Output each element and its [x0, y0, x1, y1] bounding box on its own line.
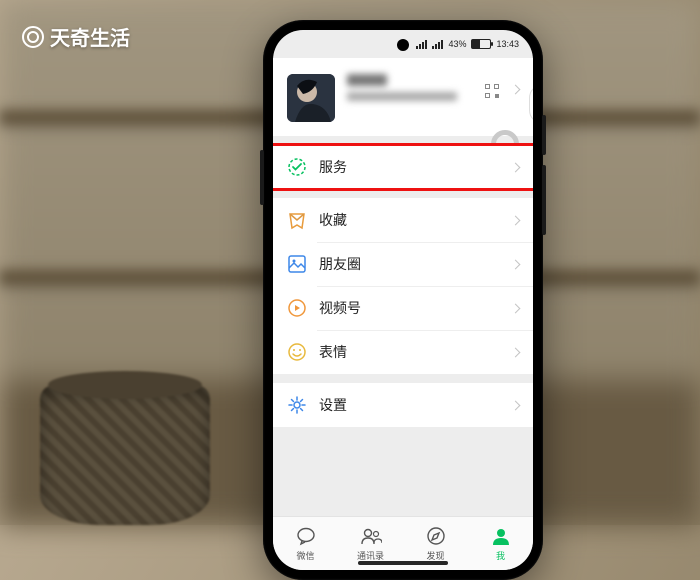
avatar[interactable] — [287, 74, 335, 122]
watermark: 天奇生活 — [22, 22, 130, 51]
tab-label: 我 — [496, 549, 505, 562]
profile-name-blurred — [347, 74, 457, 101]
menu-label: 视频号 — [319, 298, 512, 318]
watermark-text: 天奇生活 — [50, 22, 130, 51]
tab-label: 微信 — [296, 549, 314, 562]
home-indicator[interactable] — [358, 561, 448, 565]
contacts-icon — [360, 525, 382, 547]
signal-icon — [416, 40, 427, 49]
favorites-icon — [287, 210, 307, 230]
menu-label: 收藏 — [319, 210, 512, 230]
chevron-right-icon — [511, 259, 521, 269]
phone-frame: 43% 13:43 状态 ··· 服务 — [263, 20, 543, 580]
channels-icon — [287, 298, 307, 318]
chevron-right-icon — [511, 85, 521, 95]
moments-icon — [287, 254, 307, 274]
menu-item-favorites[interactable]: 收藏 — [273, 198, 533, 242]
status-button[interactable]: 状态 — [529, 84, 533, 124]
profile-header[interactable]: 状态 ··· — [273, 58, 533, 136]
settings-icon — [287, 395, 307, 415]
chats-icon — [295, 525, 317, 547]
chevron-right-icon — [511, 303, 521, 313]
menu-label: 表情 — [319, 342, 512, 362]
me-icon — [490, 525, 512, 547]
phone-button-volume — [542, 165, 546, 235]
menu-item-settings[interactable]: 设置 — [273, 383, 533, 427]
stickers-icon — [287, 342, 307, 362]
menu-item-stickers[interactable]: 表情 — [273, 330, 533, 374]
chevron-right-icon — [511, 400, 521, 410]
signal-icon — [432, 40, 443, 49]
basket-prop — [40, 385, 210, 525]
battery-icon — [471, 39, 491, 49]
chevron-right-icon — [511, 215, 521, 225]
status-time: 13:43 — [496, 39, 519, 49]
camera-notch — [397, 39, 409, 51]
services-icon — [287, 157, 307, 177]
menu-item-services[interactable]: 服务 — [273, 145, 533, 189]
phone-button-power — [542, 115, 546, 155]
menu-label: 朋友圈 — [319, 254, 512, 274]
battery-percent: 43% — [448, 39, 466, 49]
discover-icon — [425, 525, 447, 547]
menu-label: 服务 — [319, 157, 512, 177]
watermark-logo-icon — [22, 26, 44, 48]
menu-label: 设置 — [319, 395, 512, 415]
phone-screen: 43% 13:43 状态 ··· 服务 — [273, 30, 533, 570]
menu-item-moments[interactable]: 朋友圈 — [273, 242, 533, 286]
chevron-right-icon — [511, 347, 521, 357]
menu-item-channels[interactable]: 视频号 — [273, 286, 533, 330]
qr-code-icon[interactable] — [485, 84, 499, 98]
phone-button-left — [260, 150, 264, 205]
chevron-right-icon — [511, 162, 521, 172]
